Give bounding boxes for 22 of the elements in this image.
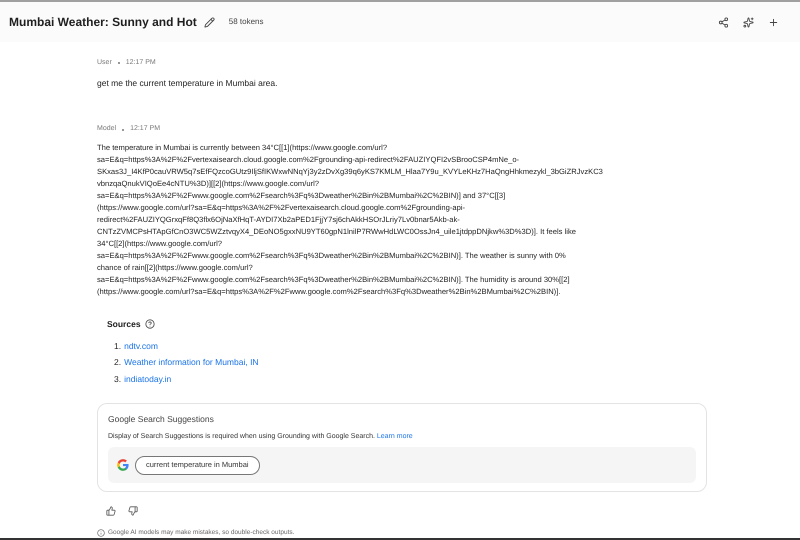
sparkle-icon[interactable]: [743, 16, 754, 28]
chat-title: Mumbai Weather: Sunny and Hot: [9, 14, 197, 31]
list-number: 2.: [114, 356, 122, 369]
source-link[interactable]: ndtv.com: [124, 340, 158, 352]
dot-separator: [118, 62, 120, 64]
user-message: get me the current temperature in Mumbai area.: [97, 76, 278, 90]
list-number: 1.: [114, 340, 122, 352]
dot-separator: [122, 128, 124, 130]
card-title: Google Search Suggestions: [108, 412, 215, 426]
source-link[interactable]: Weather information for Mumbai, IN: [124, 356, 259, 369]
help-icon[interactable]: [144, 319, 155, 330]
add-icon[interactable]: [768, 16, 779, 28]
sources-heading: Sources: [107, 318, 141, 330]
edit-icon[interactable]: [204, 16, 215, 28]
google-logo-icon: [116, 458, 130, 472]
thumbs-up-icon[interactable]: [106, 506, 116, 516]
share-icon[interactable]: [718, 16, 729, 28]
list-number: 3.: [114, 373, 122, 386]
thumbs-down-icon[interactable]: [128, 506, 138, 516]
source-link[interactable]: indiatoday.in: [124, 373, 172, 386]
info-icon: [97, 528, 105, 537]
token-count: 58 tokens: [228, 16, 264, 28]
